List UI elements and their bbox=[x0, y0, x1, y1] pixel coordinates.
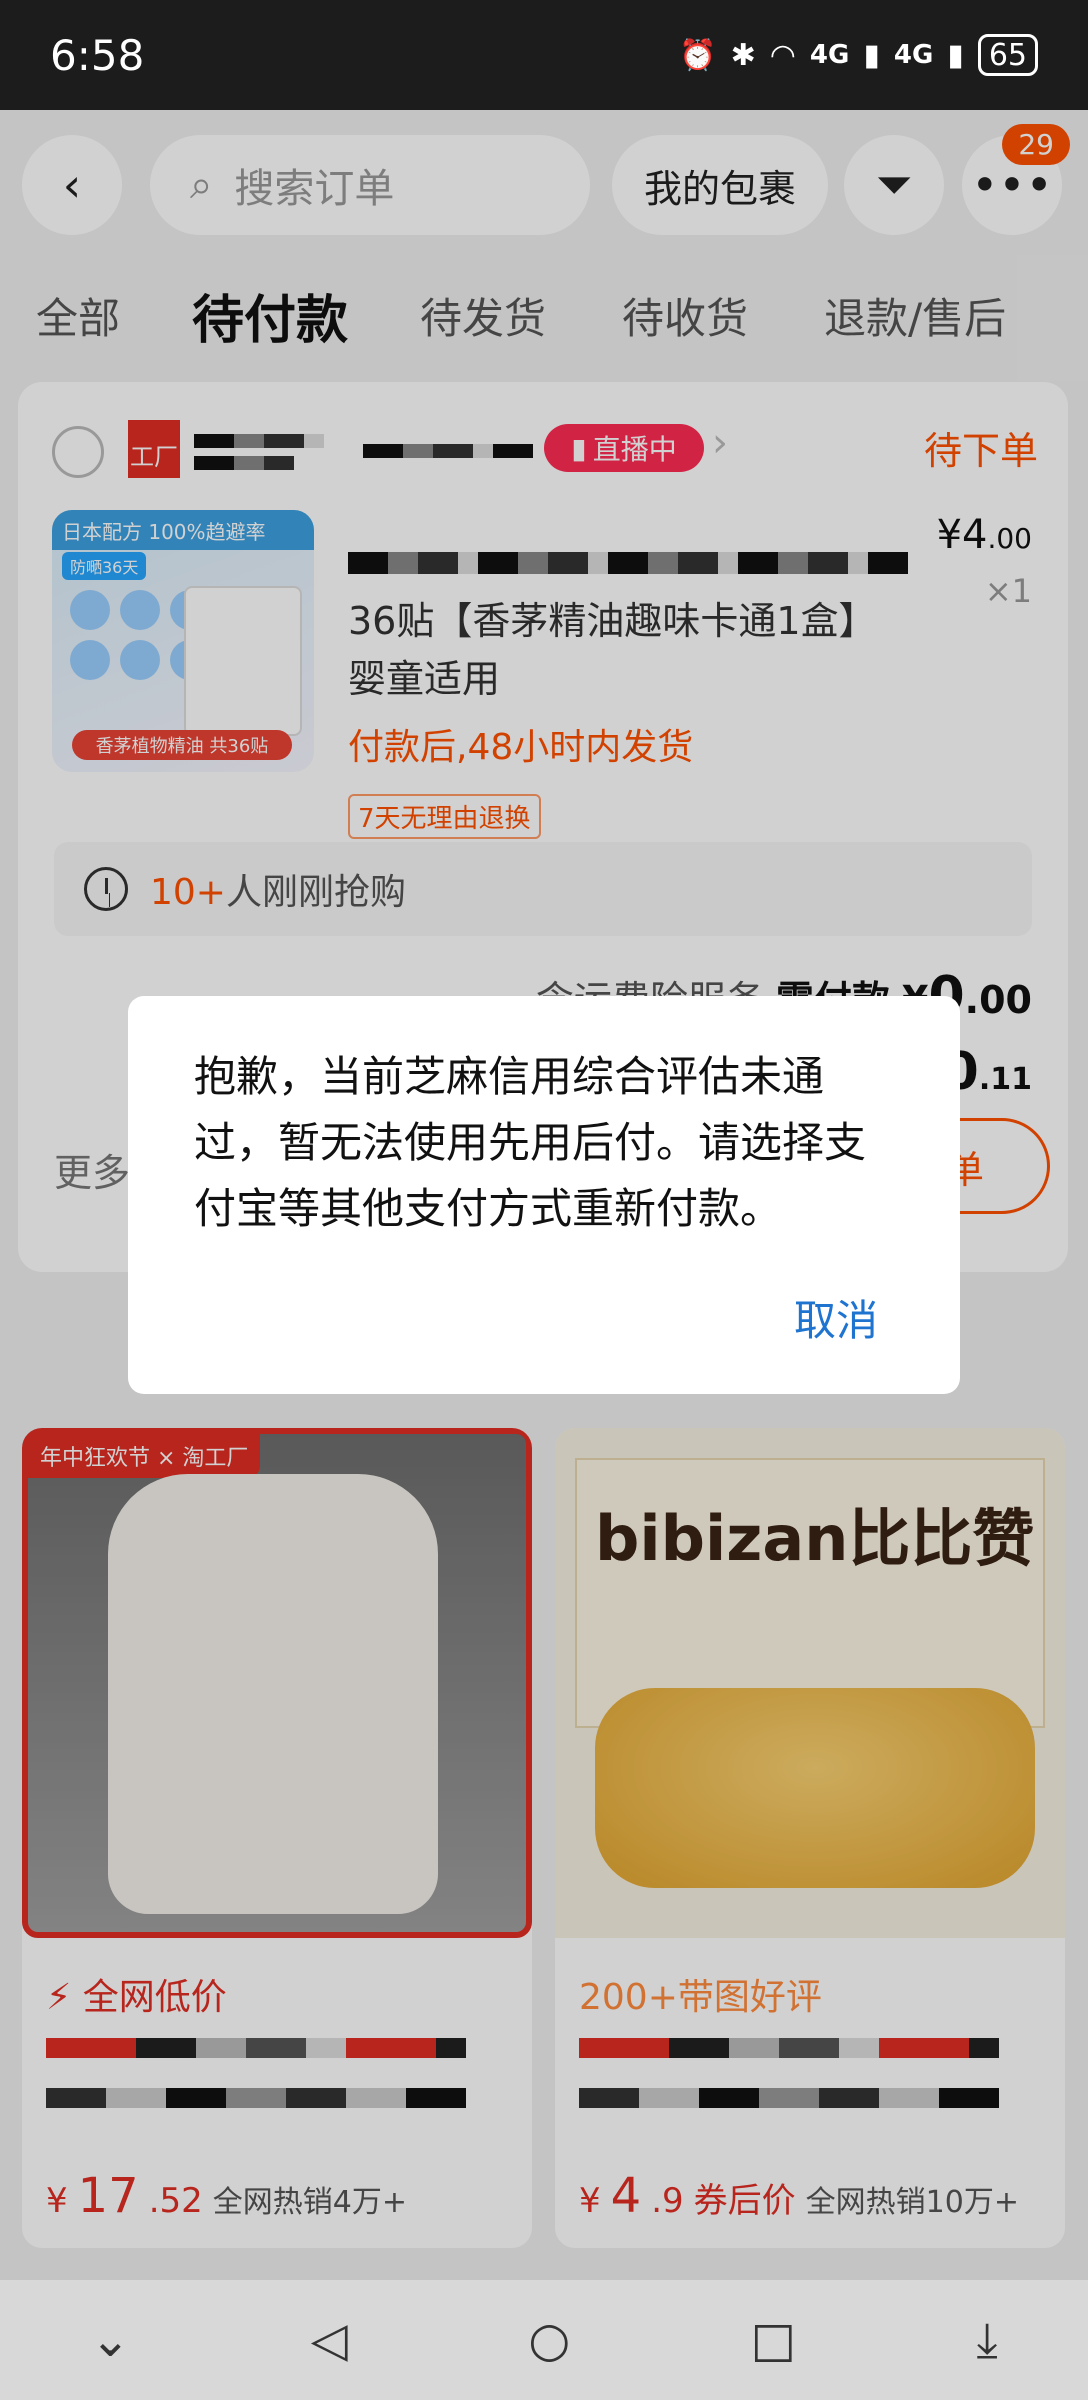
signal-4g-icon-2: 4G bbox=[893, 40, 934, 70]
signal-bars-icon-2: ▮ bbox=[947, 37, 964, 73]
wifi-icon: ◠ bbox=[769, 37, 796, 73]
recents-nav-icon[interactable]: □ bbox=[751, 2312, 796, 2368]
signal-bars-icon: ▮ bbox=[863, 37, 880, 73]
collapse-icon[interactable]: ⌄ bbox=[90, 2312, 130, 2368]
status-icons: ⏰ ✱ ◠ 4G ▮ 4G ▮ 65 bbox=[679, 34, 1038, 76]
system-nav-bar: ⌄ ◁ ○ □ ⤓ bbox=[0, 2280, 1088, 2400]
status-time: 6:58 bbox=[50, 30, 145, 80]
bluetooth-icon: ✱ bbox=[730, 37, 756, 73]
payment-error-dialog: 抱歉，当前芝麻信用综合评估未通过，暂无法使用先用后付。请选择支付宝等其他支付方式… bbox=[128, 996, 960, 1394]
alarm-icon: ⏰ bbox=[679, 37, 717, 73]
cancel-button[interactable]: 取消 bbox=[794, 1287, 878, 1348]
back-nav-icon[interactable]: ◁ bbox=[311, 2312, 348, 2368]
home-nav-icon[interactable]: ○ bbox=[528, 2312, 570, 2368]
status-bar: 6:58 ⏰ ✱ ◠ 4G ▮ 4G ▮ 65 bbox=[0, 0, 1088, 110]
battery-icon: 65 bbox=[977, 34, 1038, 76]
notification-pull-icon[interactable]: ⤓ bbox=[977, 2312, 998, 2369]
signal-4g-icon: 4G bbox=[809, 40, 850, 70]
dialog-message: 抱歉，当前芝麻信用综合评估未通过，暂无法使用先用后付。请选择支付宝等其他支付方式… bbox=[194, 1052, 867, 1233]
